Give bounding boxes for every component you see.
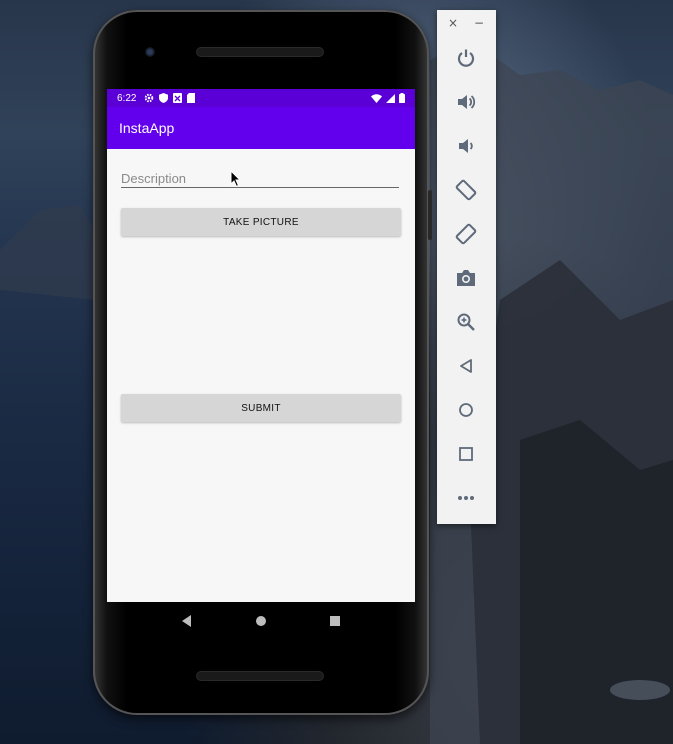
minimize-button[interactable]: − bbox=[474, 16, 484, 30]
status-bar: 6:22 bbox=[107, 89, 415, 107]
battery-icon bbox=[399, 93, 405, 103]
back-icon[interactable] bbox=[181, 615, 193, 627]
app-bar: InstaApp bbox=[107, 107, 415, 149]
take-picture-button[interactable]: TAKE PICTURE bbox=[121, 208, 401, 236]
overview-icon bbox=[459, 447, 473, 461]
cell-signal-icon bbox=[386, 93, 395, 103]
home-icon[interactable] bbox=[255, 615, 267, 627]
volume-up-icon bbox=[458, 95, 476, 109]
home-icon bbox=[459, 403, 473, 417]
top-speaker bbox=[197, 48, 323, 56]
volume-side-button bbox=[428, 190, 432, 240]
wifi-icon bbox=[371, 93, 382, 103]
volume-down-icon bbox=[459, 139, 473, 153]
settings-icon bbox=[145, 93, 154, 103]
volume-up-button[interactable] bbox=[454, 90, 478, 114]
zoom-icon bbox=[457, 313, 475, 331]
rotate-left-icon bbox=[455, 179, 477, 201]
camera-icon bbox=[457, 270, 475, 286]
take-picture-label: TAKE PICTURE bbox=[223, 216, 299, 228]
description-input[interactable] bbox=[121, 170, 399, 188]
close-button[interactable]: × bbox=[448, 16, 458, 30]
app-title: InstaApp bbox=[119, 120, 175, 136]
phone-frame: 6:22 InstaApp TAKE PICTURE SUBMIT bbox=[93, 10, 432, 715]
phone-screen: 6:22 InstaApp TAKE PICTURE SUBMIT bbox=[107, 89, 415, 602]
screenshot-button[interactable] bbox=[454, 266, 478, 290]
mouse-cursor-icon bbox=[230, 170, 242, 188]
volume-down-button[interactable] bbox=[454, 134, 478, 158]
overview-button[interactable] bbox=[454, 442, 478, 466]
more-icon bbox=[458, 496, 474, 500]
power-icon bbox=[457, 49, 475, 67]
zoom-button[interactable] bbox=[454, 310, 478, 334]
back-icon bbox=[460, 359, 472, 373]
notification-icon bbox=[173, 93, 183, 103]
more-button[interactable] bbox=[454, 486, 478, 510]
emulator-toolbar: × − bbox=[437, 10, 496, 524]
power-button[interactable] bbox=[454, 46, 478, 70]
rotate-right-icon bbox=[455, 223, 477, 245]
rotate-left-button[interactable] bbox=[454, 178, 478, 202]
status-time: 6:22 bbox=[117, 92, 137, 104]
front-camera bbox=[145, 47, 155, 57]
sd-card-icon bbox=[187, 93, 196, 103]
bottom-speaker bbox=[197, 672, 323, 680]
rotate-right-button[interactable] bbox=[454, 222, 478, 246]
back-button[interactable] bbox=[454, 354, 478, 378]
submit-label: SUBMIT bbox=[241, 402, 281, 414]
submit-button[interactable]: SUBMIT bbox=[121, 394, 401, 422]
shield-icon bbox=[159, 93, 169, 103]
home-button[interactable] bbox=[454, 398, 478, 422]
navigation-bar bbox=[93, 602, 429, 640]
recents-icon[interactable] bbox=[329, 615, 341, 627]
